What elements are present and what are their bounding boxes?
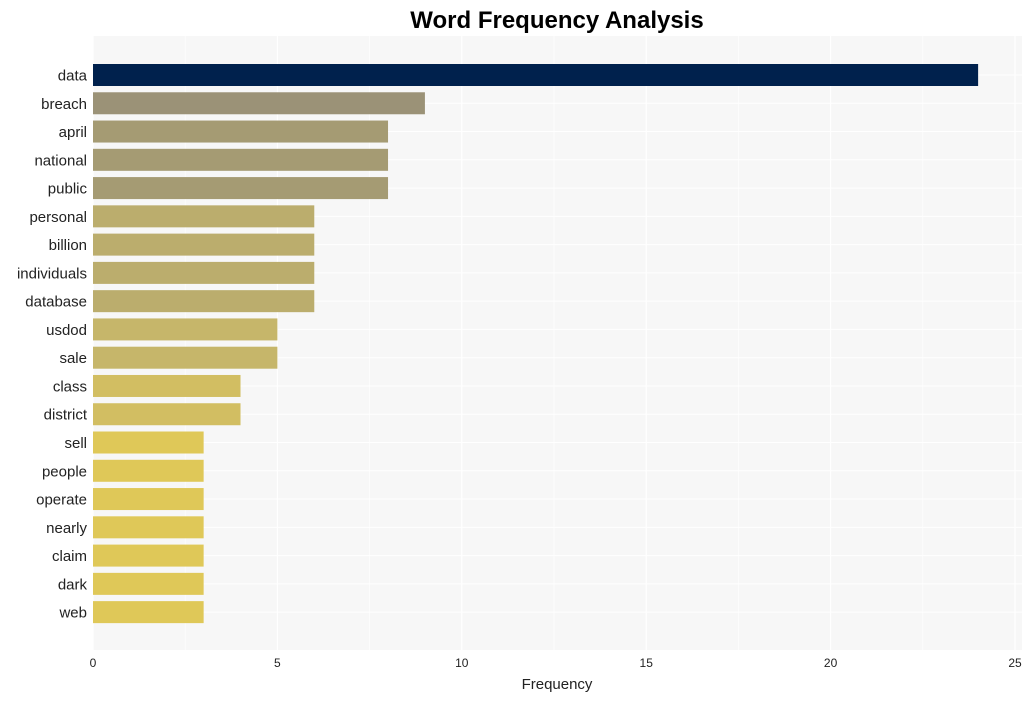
- y-tick-label: class: [53, 378, 87, 395]
- y-tick-label: data: [58, 68, 88, 85]
- y-tick-label: billion: [49, 237, 87, 254]
- bar-usdod: [93, 318, 278, 341]
- y-tick-label: april: [59, 124, 87, 141]
- y-tick-label: claim: [52, 548, 87, 565]
- x-tick-label: 0: [90, 656, 97, 670]
- x-tick-label: 15: [640, 656, 654, 670]
- y-tick-label: breach: [41, 96, 87, 113]
- bar-database: [93, 290, 315, 313]
- bar-breach: [93, 92, 425, 115]
- x-axis-label: Frequency: [522, 676, 593, 693]
- y-tick-label: public: [48, 181, 88, 198]
- bar-individuals: [93, 261, 315, 284]
- bar-web: [93, 601, 204, 624]
- bar-national: [93, 148, 389, 171]
- y-tick-label: people: [42, 463, 87, 480]
- chart-title: Word Frequency Analysis: [410, 7, 703, 34]
- y-tick-label: district: [44, 407, 88, 424]
- bar-people: [93, 459, 204, 482]
- y-tick-label: database: [25, 294, 87, 311]
- y-tick-label: sell: [64, 435, 87, 452]
- bar-sale: [93, 346, 278, 369]
- bar-operate: [93, 488, 204, 511]
- bar-public: [93, 177, 389, 200]
- y-tick-label: dark: [58, 576, 88, 593]
- y-tick-label: personal: [29, 209, 87, 226]
- bar-claim: [93, 544, 204, 567]
- x-tick-label: 20: [824, 656, 838, 670]
- y-tick-label: nearly: [46, 520, 87, 537]
- y-tick-labels: data breach april national public personal bil…: [17, 68, 88, 622]
- bar-april: [93, 120, 389, 143]
- bar-sell: [93, 431, 204, 454]
- word-frequency-chart: data breach april national public personal bil…: [17, 7, 1022, 693]
- x-tick-label: 5: [274, 656, 281, 670]
- x-tick-label: 10: [455, 656, 469, 670]
- y-tick-label: individuals: [17, 265, 87, 282]
- bar-data: [93, 64, 979, 86]
- y-tick-label: operate: [36, 492, 87, 509]
- y-tick-label: national: [34, 152, 87, 169]
- x-tick-label: 25: [1008, 656, 1022, 670]
- y-tick-label: usdod: [46, 322, 87, 339]
- bar-billion: [93, 233, 315, 256]
- bar-personal: [93, 205, 315, 228]
- bar-dark: [93, 572, 204, 595]
- bar-class: [93, 374, 241, 397]
- bar-nearly: [93, 516, 204, 539]
- x-tick-labels: 0 5 10 15 20 25: [90, 656, 1022, 670]
- y-tick-label: sale: [59, 350, 87, 367]
- bar-district: [93, 403, 241, 426]
- y-tick-label: web: [58, 605, 87, 622]
